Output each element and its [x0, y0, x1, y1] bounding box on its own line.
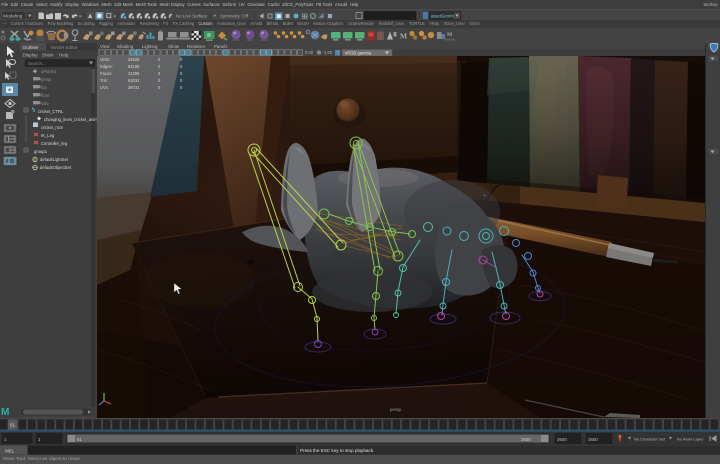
svg-text:M: M [447, 32, 453, 38]
svg-text:32629: 32629 [128, 57, 140, 62]
svg-text:3600: 3600 [588, 437, 598, 442]
svg-text:No Character Set: No Character Set [634, 437, 666, 442]
svg-text:Verts:: Verts: [100, 57, 110, 62]
svg-text:defaultObjectSet: defaultObjectSet [40, 165, 72, 170]
svg-text:top: top [41, 85, 47, 90]
svg-text:3600: 3600 [557, 437, 567, 442]
svg-text:front: front [41, 93, 50, 98]
svg-text:Mandelb: Mandelb [445, 38, 456, 42]
svg-text:No Anim Layer: No Anim Layer [677, 437, 704, 442]
svg-text:persp: persp [390, 407, 402, 412]
svg-text:M: M [400, 32, 407, 41]
svg-text:Faces:: Faces: [100, 71, 112, 76]
svg-text:Renderer: Renderer [187, 44, 206, 49]
svg-text:Panels: Panels [214, 44, 228, 49]
svg-text:No Live Surface: No Live Surface [176, 14, 208, 19]
svg-text:group1: group1 [34, 149, 48, 154]
svg-text:Tris:: Tris: [100, 78, 108, 83]
svg-text:Symmetry: Off: Symmetry: Off [220, 14, 249, 19]
svg-text:39731: 39731 [128, 85, 140, 90]
svg-text:Press the ESC key to stop play: Press the ESC key to stop playback. [300, 448, 374, 453]
svg-text:Show: Show [42, 53, 54, 58]
svg-text:63185: 63185 [128, 64, 140, 69]
svg-text:Edges:: Edges: [100, 64, 113, 69]
svg-text:51: 51 [77, 437, 82, 442]
svg-text:1: 1 [4, 437, 7, 442]
svg-text:63034: 63034 [128, 78, 140, 83]
svg-text:51: 51 [10, 423, 16, 428]
svg-text:Help: Help [59, 53, 69, 58]
svg-text:MEL: MEL [5, 448, 15, 453]
svg-text:sRGB gamma: sRGB gamma [345, 50, 372, 55]
svg-text:persp: persp [41, 77, 52, 82]
svg-text:Controller_leg: Controller_leg [41, 141, 68, 146]
svg-text:View: View [100, 44, 110, 49]
svg-text:31396: 31396 [128, 71, 140, 76]
svg-text:1.00: 1.00 [324, 50, 333, 55]
svg-text:IK_Leg: IK_Leg [41, 133, 55, 138]
svg-text:uPlane1: uPlane1 [41, 69, 57, 74]
svg-text:M: M [1, 407, 9, 418]
svg-text:Shading: Shading [117, 44, 134, 49]
svg-text:cricket_root: cricket_root [41, 125, 63, 130]
svg-text:Modeling: Modeling [3, 14, 23, 20]
svg-text:1: 1 [38, 437, 41, 442]
svg-text:0.00: 0.00 [305, 50, 314, 55]
svg-text:Outliner: Outliner [23, 45, 40, 50]
svg-text:MASH Editor: MASH Editor [51, 45, 78, 50]
svg-text:cricket_CTRL: cricket_CTRL [38, 109, 64, 114]
svg-text:side: side [41, 101, 49, 106]
svg-text:Display: Display [23, 53, 39, 58]
svg-text:changing_lines_cricket_anim: changing_lines_cricket_anim [44, 117, 97, 122]
svg-text:3600: 3600 [521, 437, 531, 442]
svg-text:defaultLightSet: defaultLightSet [40, 157, 69, 162]
svg-text:UVs:: UVs: [100, 85, 109, 90]
svg-text:Show: Show [168, 44, 180, 49]
svg-text:Search...: Search... [28, 61, 46, 66]
svg-text:Lighting: Lighting [142, 44, 158, 49]
